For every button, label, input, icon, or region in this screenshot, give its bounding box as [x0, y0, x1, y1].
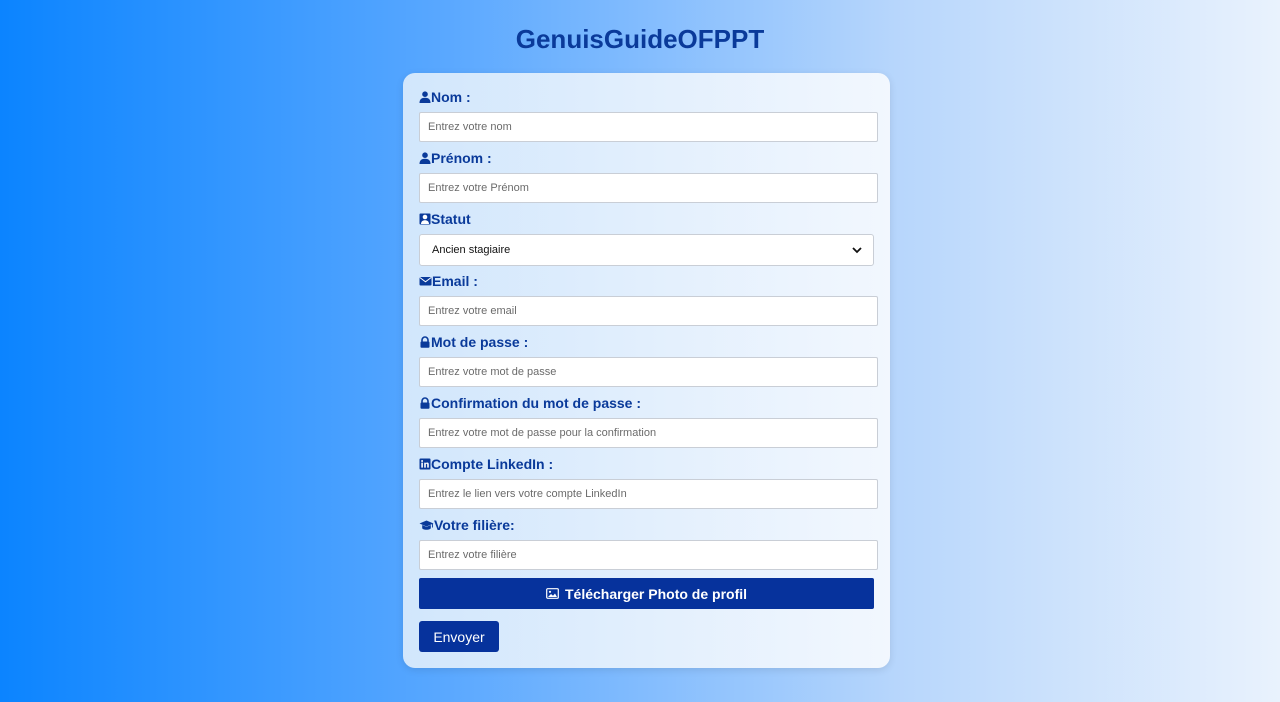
registration-form: Nom : Prénom : Statut Ancien stagiaire — [403, 73, 890, 668]
filiere-label-text: Votre filière: — [434, 517, 515, 533]
statut-selected-value: Ancien stagiaire — [432, 244, 511, 256]
user-icon — [419, 152, 431, 164]
nom-label: Nom : — [419, 88, 878, 106]
filiere-label: Votre filière: — [419, 516, 878, 534]
linkedin-label: Compte LinkedIn : — [419, 455, 878, 473]
password-input[interactable] — [419, 357, 878, 387]
statut-field-group: Statut Ancien stagiaire — [419, 210, 878, 266]
image-icon — [546, 588, 565, 599]
prenom-input[interactable] — [419, 173, 878, 203]
linkedin-label-text: Compte LinkedIn : — [431, 456, 554, 472]
prenom-field-group: Prénom : — [419, 149, 878, 203]
email-input[interactable] — [419, 296, 878, 326]
graduation-cap-icon — [419, 519, 434, 531]
statut-label-text: Statut — [431, 211, 471, 227]
upload-photo-button[interactable]: Télécharger Photo de profil — [419, 578, 874, 609]
linkedin-input[interactable] — [419, 479, 878, 509]
confirm-password-label: Confirmation du mot de passe : — [419, 394, 878, 412]
email-field-group: Email : — [419, 272, 878, 326]
confirm-password-input[interactable] — [419, 418, 878, 448]
page-title: GenuisGuideOFPPT — [515, 24, 765, 54]
password-label-text: Mot de passe : — [431, 334, 529, 350]
password-label: Mot de passe : — [419, 333, 878, 351]
confirm-password-field-group: Confirmation du mot de passe : — [419, 394, 878, 448]
user-icon — [419, 91, 431, 103]
statut-label: Statut — [419, 210, 878, 228]
submit-button[interactable]: Envoyer — [419, 621, 499, 652]
linkedin-field-group: Compte LinkedIn : — [419, 455, 878, 509]
user-tie-icon — [419, 213, 431, 225]
prenom-label: Prénom : — [419, 149, 878, 167]
prenom-label-text: Prénom : — [431, 150, 492, 166]
upload-photo-label: Télécharger Photo de profil — [564, 585, 748, 602]
email-label-text: Email : — [432, 273, 478, 289]
nom-input[interactable] — [419, 112, 878, 142]
email-label: Email : — [419, 272, 878, 290]
statut-select[interactable]: Ancien stagiaire — [419, 234, 874, 266]
filiere-input[interactable] — [419, 540, 878, 570]
password-field-group: Mot de passe : — [419, 333, 878, 387]
lock-icon — [419, 397, 431, 409]
confirm-password-label-text: Confirmation du mot de passe : — [431, 395, 642, 411]
nom-field-group: Nom : — [419, 88, 878, 142]
chevron-down-icon — [851, 244, 863, 256]
lock-icon — [419, 336, 431, 348]
linkedin-icon — [419, 458, 431, 470]
filiere-field-group: Votre filière: — [419, 516, 878, 570]
nom-label-text: Nom : — [431, 89, 471, 105]
envelope-icon — [419, 275, 432, 287]
